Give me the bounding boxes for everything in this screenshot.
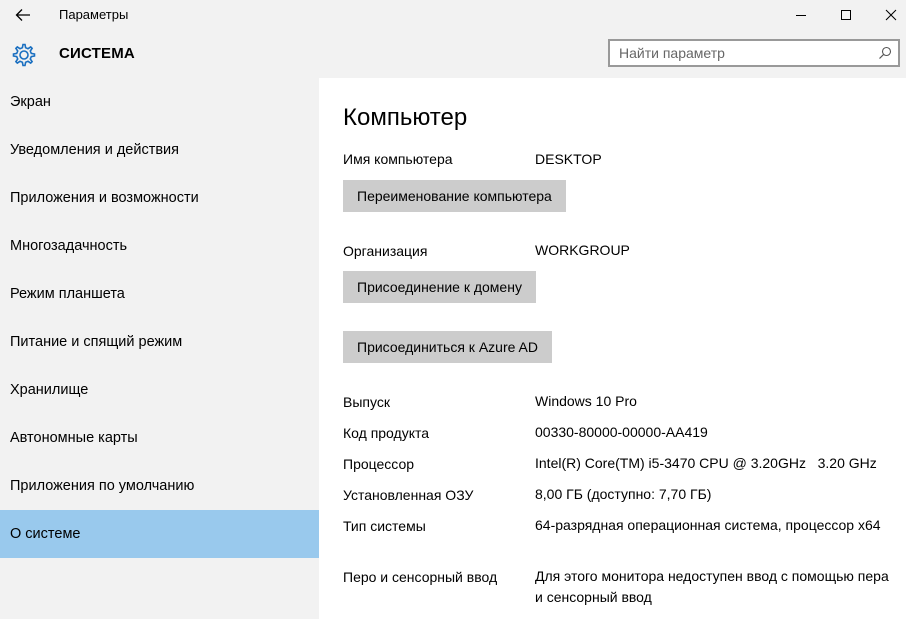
- search-box[interactable]: [608, 39, 900, 67]
- sidebar-item-display[interactable]: Экран: [0, 78, 319, 126]
- search-icon[interactable]: [878, 46, 892, 60]
- join-domain-button[interactable]: Присоединение к домену: [343, 271, 536, 303]
- spec-value: Для этого монитора недоступен ввод с пом…: [535, 568, 889, 605]
- sidebar-item-multitasking[interactable]: Многозадачность: [0, 222, 319, 270]
- spec-label: Установленная ОЗУ: [343, 487, 474, 503]
- sidebar-item-power-sleep[interactable]: Питание и спящий режим: [0, 318, 319, 366]
- maximize-button[interactable]: [823, 0, 869, 30]
- spec-label: Тип системы: [343, 518, 426, 534]
- spec-value: Intel(R) Core(TM) i5-3470 CPU @ 3.20GHz …: [535, 455, 877, 471]
- sidebar-item-notifications[interactable]: Уведомления и действия: [0, 126, 319, 174]
- close-button[interactable]: [868, 0, 906, 30]
- section-title: СИСТЕМА: [59, 45, 135, 62]
- sidebar-item-about[interactable]: О системе: [0, 510, 319, 558]
- main-content: Компьютер Имя компьютера DESKTOP Переиме…: [319, 78, 906, 619]
- spec-label: Процессор: [343, 456, 415, 472]
- scrollbar[interactable]: [890, 78, 906, 619]
- minimize-icon: [796, 15, 806, 16]
- window-title: Параметры: [59, 7, 129, 22]
- page-title: Компьютер: [343, 104, 468, 131]
- minimize-button[interactable]: [778, 0, 824, 30]
- search-input[interactable]: [610, 41, 869, 65]
- rename-computer-button[interactable]: Переименование компьютера: [343, 180, 566, 212]
- maximize-icon: [841, 10, 851, 20]
- sidebar-item-offline-maps[interactable]: Автономные карты: [0, 414, 319, 462]
- spec-value: 64-разрядная операционная система, проце…: [535, 517, 881, 533]
- computer-name-label: Имя компьютера: [343, 151, 453, 167]
- join-azure-ad-button[interactable]: Присоединиться к Azure AD: [343, 331, 552, 363]
- spec-value: 8,00 ГБ (доступно: 7,70 ГБ): [535, 486, 712, 502]
- close-icon: [885, 9, 897, 21]
- settings-header: СИСТЕМА: [0, 30, 906, 78]
- sidebar-item-apps-features[interactable]: Приложения и возможности: [0, 174, 319, 222]
- spec-value: Windows 10 Pro: [535, 393, 637, 409]
- spec-label: Выпуск: [343, 394, 390, 410]
- organization-label: Организация: [343, 243, 428, 259]
- computer-name-value: DESKTOP: [535, 151, 602, 167]
- sidebar-item-storage[interactable]: Хранилище: [0, 366, 319, 414]
- organization-value: WORKGROUP: [535, 242, 630, 258]
- sidebar-item-tablet-mode[interactable]: Режим планшета: [0, 270, 319, 318]
- spec-label: Перо и сенсорный ввод: [343, 569, 498, 585]
- spec-label: Код продукта: [343, 425, 430, 441]
- gear-icon: [12, 43, 36, 67]
- back-button[interactable]: [6, 2, 40, 28]
- title-bar: Параметры: [0, 0, 906, 30]
- back-arrow-icon: [15, 9, 30, 21]
- spec-value: 00330-80000-00000-AA419: [535, 424, 708, 440]
- sidebar-item-default-apps[interactable]: Приложения по умолчанию: [0, 462, 319, 510]
- sidebar: Экран Уведомления и действия Приложения …: [0, 78, 319, 619]
